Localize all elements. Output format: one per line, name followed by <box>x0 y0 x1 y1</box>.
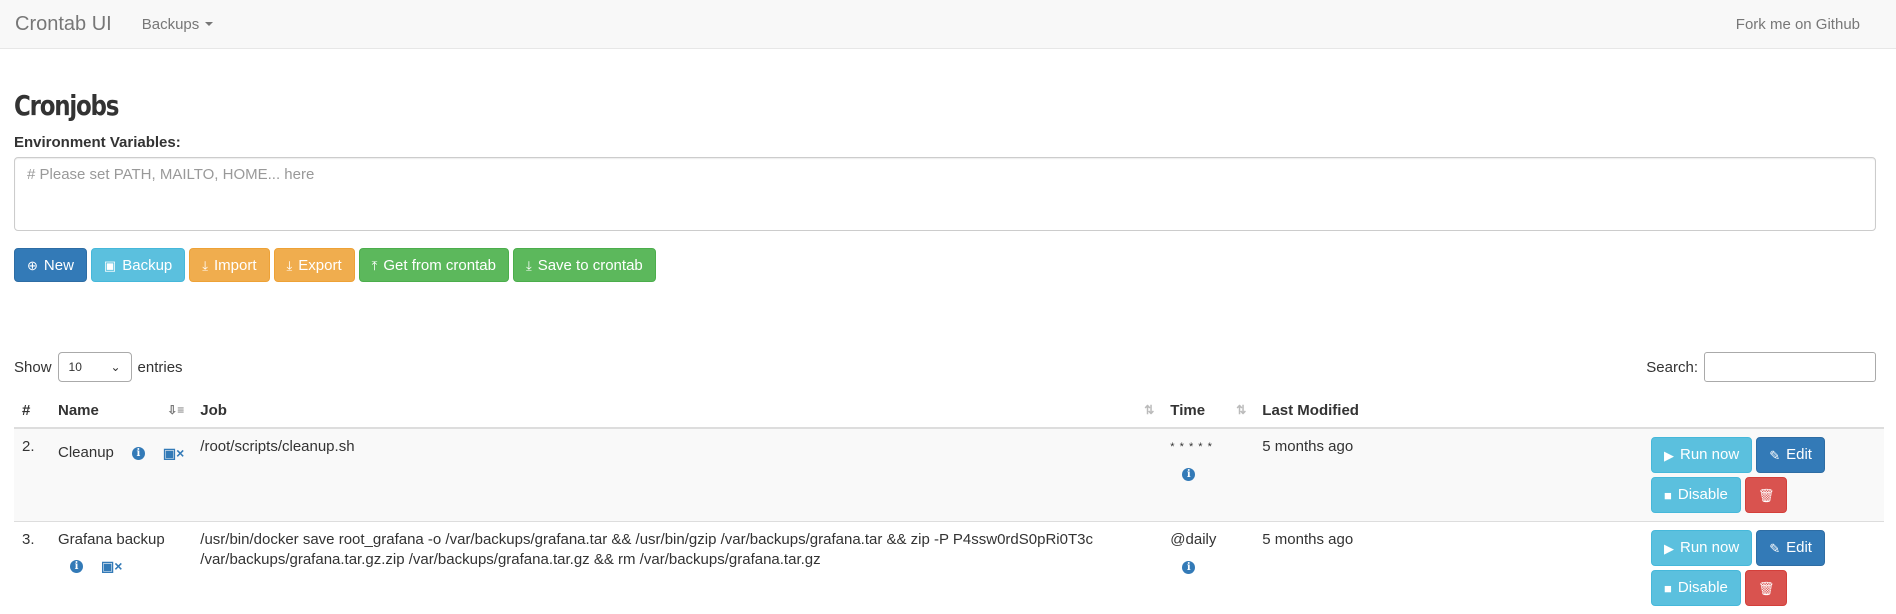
edit-button[interactable]: ✎ Edit <box>1756 437 1825 473</box>
import-button[interactable]: ⤓ Import <box>189 248 269 282</box>
floppy-icon: ▣ <box>104 259 116 272</box>
search-input[interactable] <box>1704 352 1876 382</box>
col-header-name-label: Name <box>58 402 99 419</box>
search-control: Search: <box>1646 352 1876 382</box>
trash-icon: 🗑 <box>1758 489 1775 502</box>
stop-icon: ■ <box>1664 489 1672 502</box>
row-modified: 5 months ago <box>1254 522 1610 614</box>
top-navbar: Crontab UI Backups Fork me on Github <box>0 0 1896 49</box>
row-time-cell: * * * * * i <box>1162 428 1254 522</box>
sort-asc-icon: ⇩≡ <box>167 403 184 417</box>
edit-icon: ✎ <box>1769 542 1780 555</box>
col-header-time-label: Time <box>1170 402 1205 419</box>
row-num: 2. <box>14 428 50 522</box>
row-time: @daily <box>1170 530 1246 550</box>
col-header-time[interactable]: Time ⇅ <box>1162 393 1254 428</box>
env-variables-label: Environment Variables: <box>14 134 181 151</box>
col-header-num: # <box>14 393 50 428</box>
play-icon: ▶ <box>1664 449 1674 462</box>
edit-label: Edit <box>1786 445 1812 465</box>
row-job: /usr/bin/docker save root_grafana -o /va… <box>192 522 1162 614</box>
backups-dropdown[interactable]: Backups <box>142 16 214 33</box>
sort-icon: ⇅ <box>1144 403 1154 417</box>
edit-button[interactable]: ✎ Edit <box>1756 530 1825 566</box>
new-button[interactable]: ⊕ New <box>14 248 87 282</box>
download-icon: ⤓ <box>287 259 293 272</box>
backup-remove-icon[interactable]: ▣× <box>163 443 184 463</box>
download-icon: ⤓ <box>526 259 532 272</box>
row-time-cell: @daily i <box>1162 522 1254 614</box>
row-name: Grafana backup <box>58 530 184 550</box>
save-to-crontab-button[interactable]: ⤓ Save to crontab <box>513 248 656 282</box>
sort-icon: ⇅ <box>1236 403 1246 417</box>
import-icon: ⤓ <box>202 259 208 272</box>
col-header-actions <box>1610 393 1884 428</box>
row-actions: ▶ Run now ✎ Edit ■ Disable 🗑 <box>1610 522 1884 614</box>
row-name-cell: Grafana backup i ▣× <box>50 522 192 614</box>
table-row: 2. Cleanup i ▣× /root/scripts/cleanup.sh… <box>14 428 1884 522</box>
backup-remove-icon[interactable]: ▣× <box>101 556 122 576</box>
col-header-job-label: Job <box>200 402 227 419</box>
backups-dropdown-label: Backups <box>142 16 200 33</box>
row-time: * * * * * <box>1170 437 1246 457</box>
info-icon[interactable]: i <box>1182 468 1195 481</box>
run-now-label: Run now <box>1680 538 1739 558</box>
table-row: 3. Grafana backup i ▣× /usr/bin/docker s… <box>14 522 1884 614</box>
delete-button[interactable]: 🗑 <box>1745 477 1788 513</box>
disable-label: Disable <box>1678 485 1728 505</box>
page-length-select[interactable]: 10 ⌄ <box>58 352 132 382</box>
backup-button-label: Backup <box>122 257 172 274</box>
export-button-label: Export <box>298 257 341 274</box>
disable-label: Disable <box>1678 578 1728 598</box>
import-button-label: Import <box>214 257 257 274</box>
stop-icon: ■ <box>1664 582 1672 595</box>
export-button[interactable]: ⤓ Export <box>274 248 355 282</box>
row-num: 3. <box>14 522 50 614</box>
upload-icon: ⤒ <box>372 259 378 272</box>
info-icon[interactable]: i <box>1182 561 1195 574</box>
get-from-crontab-label: Get from crontab <box>383 257 496 274</box>
row-name: Cleanup <box>58 443 114 463</box>
page-title: Cronjobs <box>14 89 118 122</box>
col-header-modified: Last Modified <box>1254 393 1610 428</box>
info-icon[interactable]: i <box>70 560 83 573</box>
save-to-crontab-label: Save to crontab <box>538 257 643 274</box>
chevron-down-icon: ⌄ <box>110 360 120 374</box>
delete-button[interactable]: 🗑 <box>1745 570 1788 606</box>
entries-label: entries <box>138 359 183 376</box>
row-job: /root/scripts/cleanup.sh <box>192 428 1162 522</box>
toolbar: ⊕ New ▣ Backup ⤓ Import ⤓ Export ⤒ Get f… <box>14 248 656 282</box>
new-button-label: New <box>44 257 74 274</box>
env-variables-input[interactable] <box>14 157 1876 231</box>
page-length-control: Show 10 ⌄ entries <box>14 352 183 382</box>
row-modified: 5 months ago <box>1254 428 1610 522</box>
disable-button[interactable]: ■ Disable <box>1651 570 1741 606</box>
page-length-value: 10 <box>69 360 82 374</box>
github-link[interactable]: Fork me on Github <box>1736 16 1860 33</box>
col-header-name[interactable]: Name ⇩≡ <box>50 393 192 428</box>
show-label: Show <box>14 359 52 376</box>
edit-label: Edit <box>1786 538 1812 558</box>
get-from-crontab-button[interactable]: ⤒ Get from crontab <box>359 248 509 282</box>
run-now-button[interactable]: ▶ Run now <box>1651 530 1752 566</box>
row-actions: ▶ Run now ✎ Edit ■ Disable 🗑 <box>1610 428 1884 522</box>
caret-down-icon <box>205 22 213 26</box>
plus-circle-icon: ⊕ <box>27 259 38 272</box>
disable-button[interactable]: ■ Disable <box>1651 477 1741 513</box>
search-label: Search: <box>1646 359 1698 376</box>
cronjobs-table: # Name ⇩≡ Job ⇅ Time ⇅ Last Modified <box>14 393 1884 614</box>
run-now-button[interactable]: ▶ Run now <box>1651 437 1752 473</box>
navbar-brand[interactable]: Crontab UI <box>15 13 112 36</box>
col-header-job[interactable]: Job ⇅ <box>192 393 1162 428</box>
trash-icon: 🗑 <box>1758 582 1775 595</box>
info-icon[interactable]: i <box>132 447 145 460</box>
run-now-label: Run now <box>1680 445 1739 465</box>
row-name-cell: Cleanup i ▣× <box>50 428 192 522</box>
backup-button[interactable]: ▣ Backup <box>91 248 185 282</box>
edit-icon: ✎ <box>1769 449 1780 462</box>
play-icon: ▶ <box>1664 542 1674 555</box>
